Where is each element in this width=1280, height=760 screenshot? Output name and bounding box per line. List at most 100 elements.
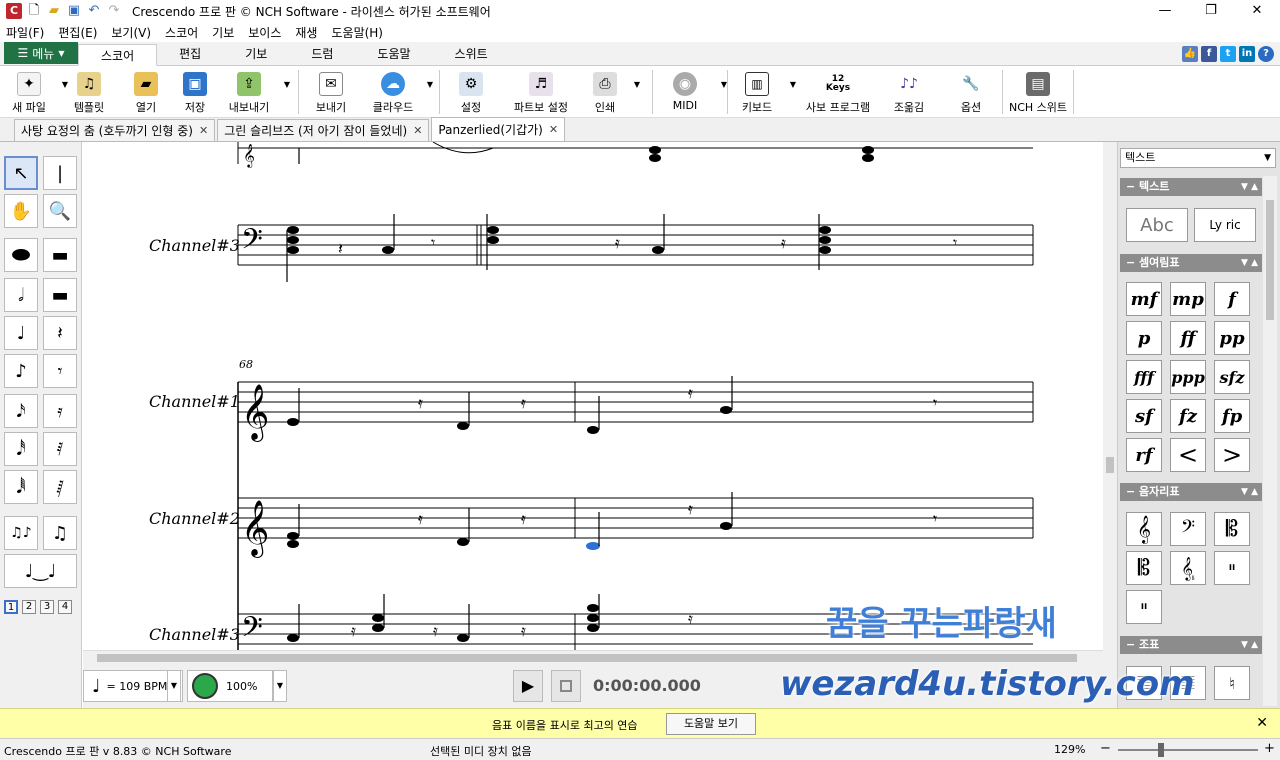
volume-dial-icon[interactable] — [192, 673, 218, 699]
dynamic-f-button[interactable]: f — [1214, 282, 1250, 316]
panel-scrollbar[interactable] — [1263, 176, 1277, 706]
staff-label-channel3b[interactable]: Channel#3 — [149, 625, 240, 644]
section-header-dynamics[interactable]: − 셈여림표 ▼ ▲ — [1120, 254, 1262, 272]
tenor-clef-button[interactable]: 𝄡 — [1126, 551, 1162, 585]
text-tool-button[interactable]: Abc — [1126, 208, 1188, 242]
hand-tool-button[interactable]: ✋ — [4, 194, 38, 228]
beam-button[interactable]: ♫ — [43, 516, 77, 550]
whole-rest-button[interactable]: ▬ — [43, 238, 77, 272]
tab-edit[interactable]: 편집 — [157, 43, 223, 65]
print-button[interactable]: ⎙ 인쇄 ▼ — [580, 66, 640, 118]
dynamic-sf-button[interactable]: sf — [1126, 399, 1162, 433]
menu-view[interactable]: 보기(V) — [111, 24, 151, 41]
vertical-scrollbar[interactable] — [1103, 142, 1117, 664]
midi-button[interactable]: ◉ MIDI ▼ — [653, 66, 727, 118]
volume-dropdown[interactable]: ▼ — [273, 670, 287, 702]
palette-page-2[interactable]: 2 — [22, 600, 36, 614]
keyboard-button[interactable]: ▥ 키보드 ▼ — [728, 66, 796, 118]
dynamic-ppp-button[interactable]: ppp — [1170, 360, 1206, 394]
horizontal-scrollbar[interactable] — [83, 650, 1103, 664]
scroll-thumb[interactable] — [1266, 200, 1274, 320]
palette-page-3[interactable]: 3 — [40, 600, 54, 614]
template-button[interactable]: ♫ 템플릿 — [58, 66, 120, 118]
menu-edit[interactable]: 편집(E) — [58, 24, 97, 41]
sixteenth-note-button[interactable]: 𝅘𝅥𝅯 — [4, 394, 38, 428]
tab-clef-button[interactable]: 𝄥 — [1214, 551, 1250, 585]
menu-score[interactable]: 스코어 — [165, 24, 198, 41]
whole-note-button[interactable]: ⬬ — [4, 238, 38, 272]
key-flat-button[interactable]: ♮ — [1214, 666, 1250, 700]
tab-help[interactable]: 도움말 — [355, 43, 432, 65]
sixty-fourth-rest-button[interactable]: 𝅁 — [43, 470, 77, 504]
thirty-second-note-button[interactable]: 𝅘𝅥𝅰 — [4, 432, 38, 466]
staff-label-channel1[interactable]: Channel#1 — [149, 392, 240, 411]
main-menu-button[interactable]: ☰ 메뉴 ▼ — [4, 42, 78, 64]
score-canvas[interactable]: 𝄞 𝄢 𝄞 𝄞 𝄢 𝄽 𝄾 𝄿 𝄿 𝄾 𝄿 𝄿 𝄿 𝄾 𝄿 𝄿 𝄿 𝄾 𝄿 𝄿 … — [83, 142, 1103, 650]
bass-clef-button[interactable]: 𝄢 — [1170, 512, 1206, 546]
facebook-icon[interactable]: f — [1201, 46, 1217, 62]
triplet-button[interactable]: ♫♪ — [4, 516, 38, 550]
section-header-text[interactable]: − 텍스트 ▼ ▲ — [1120, 178, 1262, 196]
scroll-thumb[interactable] — [97, 654, 1077, 662]
like-icon[interactable]: 👍 — [1182, 46, 1198, 62]
palette-page-1[interactable]: 1 — [4, 600, 18, 614]
zoom-tool-button[interactable]: 🔍 — [43, 194, 77, 228]
staff-label-channel3[interactable]: Channel#3 — [149, 236, 240, 255]
crescendo-hairpin-button[interactable]: < — [1170, 438, 1206, 472]
tab-score[interactable]: 스코어 — [78, 44, 158, 66]
alto-clef-button[interactable]: 𝄡 — [1214, 512, 1250, 546]
dynamic-ff-button[interactable]: ff — [1170, 321, 1206, 355]
treble-8vb-clef-button[interactable]: 𝄠 — [1170, 551, 1206, 585]
dynamic-mp-button[interactable]: mp — [1170, 282, 1206, 316]
doc-tab-2[interactable]: 그린 슬리브즈 (저 아기 잠이 들었네) ✕ — [217, 119, 430, 142]
tab-suite[interactable]: 스위트 — [433, 43, 510, 65]
close-icon[interactable]: ✕ — [1256, 715, 1268, 731]
symbol-category-select[interactable]: 텍스트 ▼ — [1120, 148, 1276, 168]
dynamic-p-button[interactable]: p — [1126, 321, 1162, 355]
doc-tab-1[interactable]: 사탕 요정의 춤 (호두까기 인형 중) ✕ — [14, 119, 216, 142]
lyric-tool-button[interactable]: Ly ric — [1194, 208, 1256, 242]
zoom-out-button[interactable]: − — [1100, 741, 1111, 756]
menu-help[interactable]: 도움말(H) — [331, 24, 383, 41]
section-header-clefs[interactable]: − 음자리표 ▼ ▲ — [1120, 483, 1262, 501]
decrescendo-hairpin-button[interactable]: > — [1214, 438, 1250, 472]
palette-page-4[interactable]: 4 — [58, 600, 72, 614]
settings-button[interactable]: ⚙ 설정 — [440, 66, 502, 118]
send-button[interactable]: ✉ 보내기 — [299, 66, 363, 118]
save-icon[interactable]: ▣ — [66, 3, 82, 19]
close-icon[interactable]: ✕ — [413, 120, 422, 142]
tab-drum[interactable]: 드럼 — [289, 43, 355, 65]
section-header-keys[interactable]: − 조표 ▼ ▲ — [1120, 636, 1262, 654]
minimize-button[interactable]: — — [1142, 0, 1188, 22]
redo-icon[interactable]: ↷ — [106, 3, 122, 19]
new-file-button[interactable]: ✦ 새 파일 ▼ — [0, 66, 68, 118]
tab-notation[interactable]: 기보 — [223, 43, 289, 65]
select-tool-button[interactable]: ↖ — [4, 156, 38, 190]
nch-suite-button[interactable]: ▤ NCH 스위트 — [1003, 66, 1073, 118]
stop-button[interactable] — [551, 670, 581, 702]
sixteenth-rest-button[interactable]: 𝄿 — [43, 394, 77, 428]
menu-file[interactable]: 파일(F) — [6, 24, 44, 41]
treble-clef-button[interactable]: 𝄞 — [1126, 512, 1162, 546]
play-button[interactable]: ▶ — [513, 670, 543, 702]
options-button[interactable]: 🔧 옵션 — [940, 66, 1002, 118]
dynamic-fff-button[interactable]: fff — [1126, 360, 1162, 394]
notation-program-button[interactable]: 12 Keys 사보 프로그램 — [798, 66, 878, 118]
view-help-button[interactable]: 도움말 보기 — [666, 713, 756, 735]
half-rest-button[interactable]: ▬ — [43, 278, 77, 312]
dynamic-fp-button[interactable]: fp — [1214, 399, 1250, 433]
open-icon[interactable]: ▰ — [46, 3, 62, 19]
part-settings-button[interactable]: ♬ 파트보 설정 — [502, 66, 580, 118]
volume-control[interactable]: 100% — [187, 670, 273, 702]
doc-tab-3[interactable]: Panzerlied(기갑가) ✕ — [431, 117, 566, 141]
cloud-button[interactable]: ☁ 클라우드 ▼ — [363, 66, 433, 118]
thirty-second-rest-button[interactable]: 𝅀 — [43, 432, 77, 466]
scroll-thumb[interactable] — [1106, 457, 1114, 473]
dynamic-rf-button[interactable]: rf — [1126, 438, 1162, 472]
staff-label-channel2[interactable]: Channel#2 — [149, 509, 240, 528]
close-icon[interactable]: ✕ — [199, 120, 208, 142]
zoom-in-button[interactable]: + — [1264, 741, 1275, 756]
close-button[interactable]: ✕ — [1234, 0, 1280, 22]
dynamic-sfz-button[interactable]: sfz — [1214, 360, 1250, 394]
linkedin-icon[interactable]: in — [1239, 46, 1255, 62]
